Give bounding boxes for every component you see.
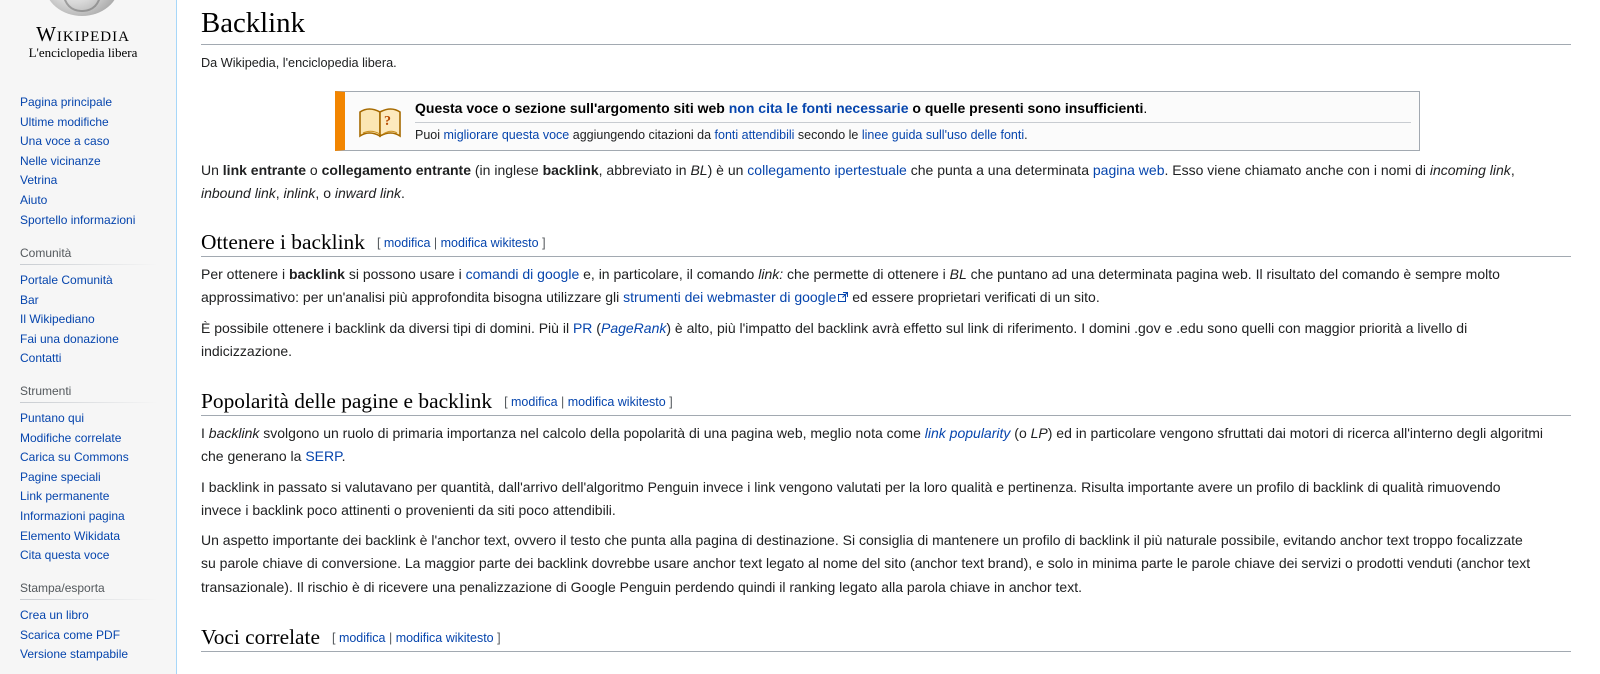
section-heading-ottenere: Ottenere i backlink[ modifica | modifica…: [201, 228, 1571, 257]
book-question-icon: ?: [359, 108, 401, 138]
bold-term: backlink: [542, 162, 599, 178]
sidebar-item-scarica-pdf[interactable]: Scarica come PDF: [20, 628, 120, 642]
notice-text: o quelle presenti sono insufficienti: [908, 100, 1144, 116]
notice-text: Questa voce o sezione sull'argomento sit…: [415, 100, 729, 116]
link-fonti-attendibili[interactable]: fonti attendibili: [715, 128, 795, 142]
sidebar-item-vetrina[interactable]: Vetrina: [20, 173, 57, 187]
puzzle-globe-icon: [45, 0, 119, 16]
logo-tagline: L'enciclopedia libera: [28, 45, 138, 60]
notice-text: aggiungendo citazioni da: [569, 128, 715, 142]
notice-text: secondo le: [794, 128, 862, 142]
notice-text: .: [1024, 128, 1028, 142]
link-migliorare-voce[interactable]: migliorare questa voce: [444, 128, 570, 142]
edit-link[interactable]: modifica: [384, 236, 431, 250]
sidebar-item-crea-libro[interactable]: Crea un libro: [20, 608, 89, 622]
notice-line-1: Questa voce o sezione sull'argomento sit…: [415, 100, 1147, 116]
paragraph-popolarita-1: I backlink svolgono un ruolo di primaria…: [201, 425, 1543, 465]
section-heading-voci-correlate: Voci correlate[ modifica | modifica wiki…: [201, 623, 1571, 652]
section-heading-popolarita: Popolarità delle pagine e backlink[ modi…: [201, 387, 1571, 416]
tools-heading: Strumenti: [20, 384, 158, 403]
bold-term: backlink: [288, 266, 345, 282]
sidebar-item-contatti[interactable]: Contatti: [20, 351, 61, 365]
tools-portal: Strumenti Puntano qui Modifiche correlat…: [20, 384, 158, 566]
edit-wikitext-link[interactable]: modifica wikitesto: [441, 236, 539, 250]
print-portal: Stampa/esporta Crea un libro Scarica com…: [20, 581, 158, 665]
edit-wikitext-link[interactable]: modifica wikitesto: [396, 631, 494, 645]
link-non-cita-fonti[interactable]: non cita le fonti necessarie: [729, 100, 909, 116]
wikipedia-logo[interactable]: Wikipedia L'enciclopedia libera: [0, 0, 176, 64]
sidebar-item-pagine-speciali[interactable]: Pagine speciali: [20, 470, 101, 484]
paragraph-ottenere-2: È possibile ottenere i backlink da diver…: [201, 320, 1468, 360]
sidebar-item-donazione[interactable]: Fai una donazione: [20, 332, 119, 346]
paragraph-popolarita-3: Un aspetto importante dei backlink è l'a…: [201, 532, 1531, 595]
sidebar-item-carica-commons[interactable]: Carica su Commons: [20, 450, 129, 464]
sidebar-item-modifiche-correlate[interactable]: Modifiche correlate: [20, 431, 121, 445]
edit-section-links: [ modifica | modifica wikitesto ]: [504, 395, 673, 409]
content-area: Backlink Da Wikipedia, l'enciclopedia li…: [176, 0, 1600, 674]
link-strumenti-webmaster[interactable]: strumenti dei webmaster di google: [623, 289, 836, 305]
link-pr[interactable]: PR: [573, 320, 592, 336]
site-subtitle: Da Wikipedia, l'enciclopedia libera.: [201, 56, 397, 70]
paragraph-popolarita-2: I backlink in passato si valutavano per …: [201, 479, 1501, 519]
community-portal: Comunità Portale Comunità Bar Il Wikiped…: [20, 246, 158, 369]
sidebar: Wikipedia L'enciclopedia libera Pagina p…: [0, 0, 176, 674]
bold-term: collegamento entrante: [321, 162, 471, 178]
link-serp[interactable]: SERP: [305, 448, 341, 464]
link-link-popularity[interactable]: link popularity: [925, 425, 1011, 441]
sidebar-item-sportello-informazioni[interactable]: Sportello informazioni: [20, 213, 135, 227]
paragraph-ottenere-1: Per ottenere i backlink si possono usare…: [201, 266, 1500, 306]
link-collegamento-ipertestuale[interactable]: collegamento ipertestuale: [747, 162, 907, 178]
sidebar-item-ultime-modifiche[interactable]: Ultime modifiche: [20, 115, 109, 129]
community-heading: Comunità: [20, 246, 158, 265]
bold-term: link entrante: [222, 162, 307, 178]
sidebar-item-bar[interactable]: Bar: [20, 293, 39, 307]
sidebar-item-voce-a-caso[interactable]: Una voce a caso: [20, 134, 109, 148]
sidebar-item-portale-comunita[interactable]: Portale Comunità: [20, 273, 113, 287]
edit-section-links: [ modifica | modifica wikitesto ]: [376, 236, 546, 250]
edit-link[interactable]: modifica: [339, 631, 386, 645]
notice-line-2: Puoi migliorare questa voce aggiungendo …: [415, 128, 1028, 142]
navigation-portal: Pagina principale Ultime modifiche Una v…: [20, 93, 158, 230]
sidebar-item-link-permanente[interactable]: Link permanente: [20, 489, 109, 503]
link-linee-guida-fonti[interactable]: linee guida sull'uso delle fonti: [862, 128, 1024, 142]
edit-section-links: [ modifica | modifica wikitesto ]: [331, 631, 501, 645]
notice-text: Puoi: [415, 128, 444, 142]
edit-link[interactable]: modifica: [511, 395, 558, 409]
link-pagina-web[interactable]: pagina web: [1093, 162, 1165, 178]
sidebar-item-wikipediano[interactable]: Il Wikipediano: [20, 312, 95, 326]
link-comandi-google[interactable]: comandi di google: [466, 266, 580, 282]
sidebar-item-cita-voce[interactable]: Cita questa voce: [20, 548, 109, 562]
sidebar-item-elemento-wikidata[interactable]: Elemento Wikidata: [20, 529, 120, 543]
sidebar-item-aiuto[interactable]: Aiuto: [20, 193, 47, 207]
logo-wordmark: Wikipedia: [36, 22, 130, 46]
sidebar-item-pagina-principale[interactable]: Pagina principale: [20, 95, 112, 109]
page-title: Backlink: [201, 4, 1571, 45]
notice-text: .: [1143, 100, 1148, 116]
sidebar-item-nelle-vicinanze[interactable]: Nelle vicinanze: [20, 154, 101, 168]
unsourced-notice-box: ? Questa voce o sezione sull'argomento s…: [335, 91, 1420, 151]
sidebar-item-informazioni-pagina[interactable]: Informazioni pagina: [20, 509, 125, 523]
edit-wikitext-link[interactable]: modifica wikitesto: [568, 395, 666, 409]
sidebar-item-versione-stampabile[interactable]: Versione stampabile: [20, 647, 128, 661]
notice-divider: [415, 122, 1411, 123]
sidebar-item-puntano-qui[interactable]: Puntano qui: [20, 411, 84, 425]
print-heading: Stampa/esporta: [20, 581, 158, 600]
link-pagerank[interactable]: PageRank: [601, 320, 666, 336]
intro-paragraph: Un link entrante o collegamento entrante…: [201, 162, 1515, 202]
svg-text:?: ?: [384, 114, 391, 129]
external-link-icon: [838, 292, 849, 303]
